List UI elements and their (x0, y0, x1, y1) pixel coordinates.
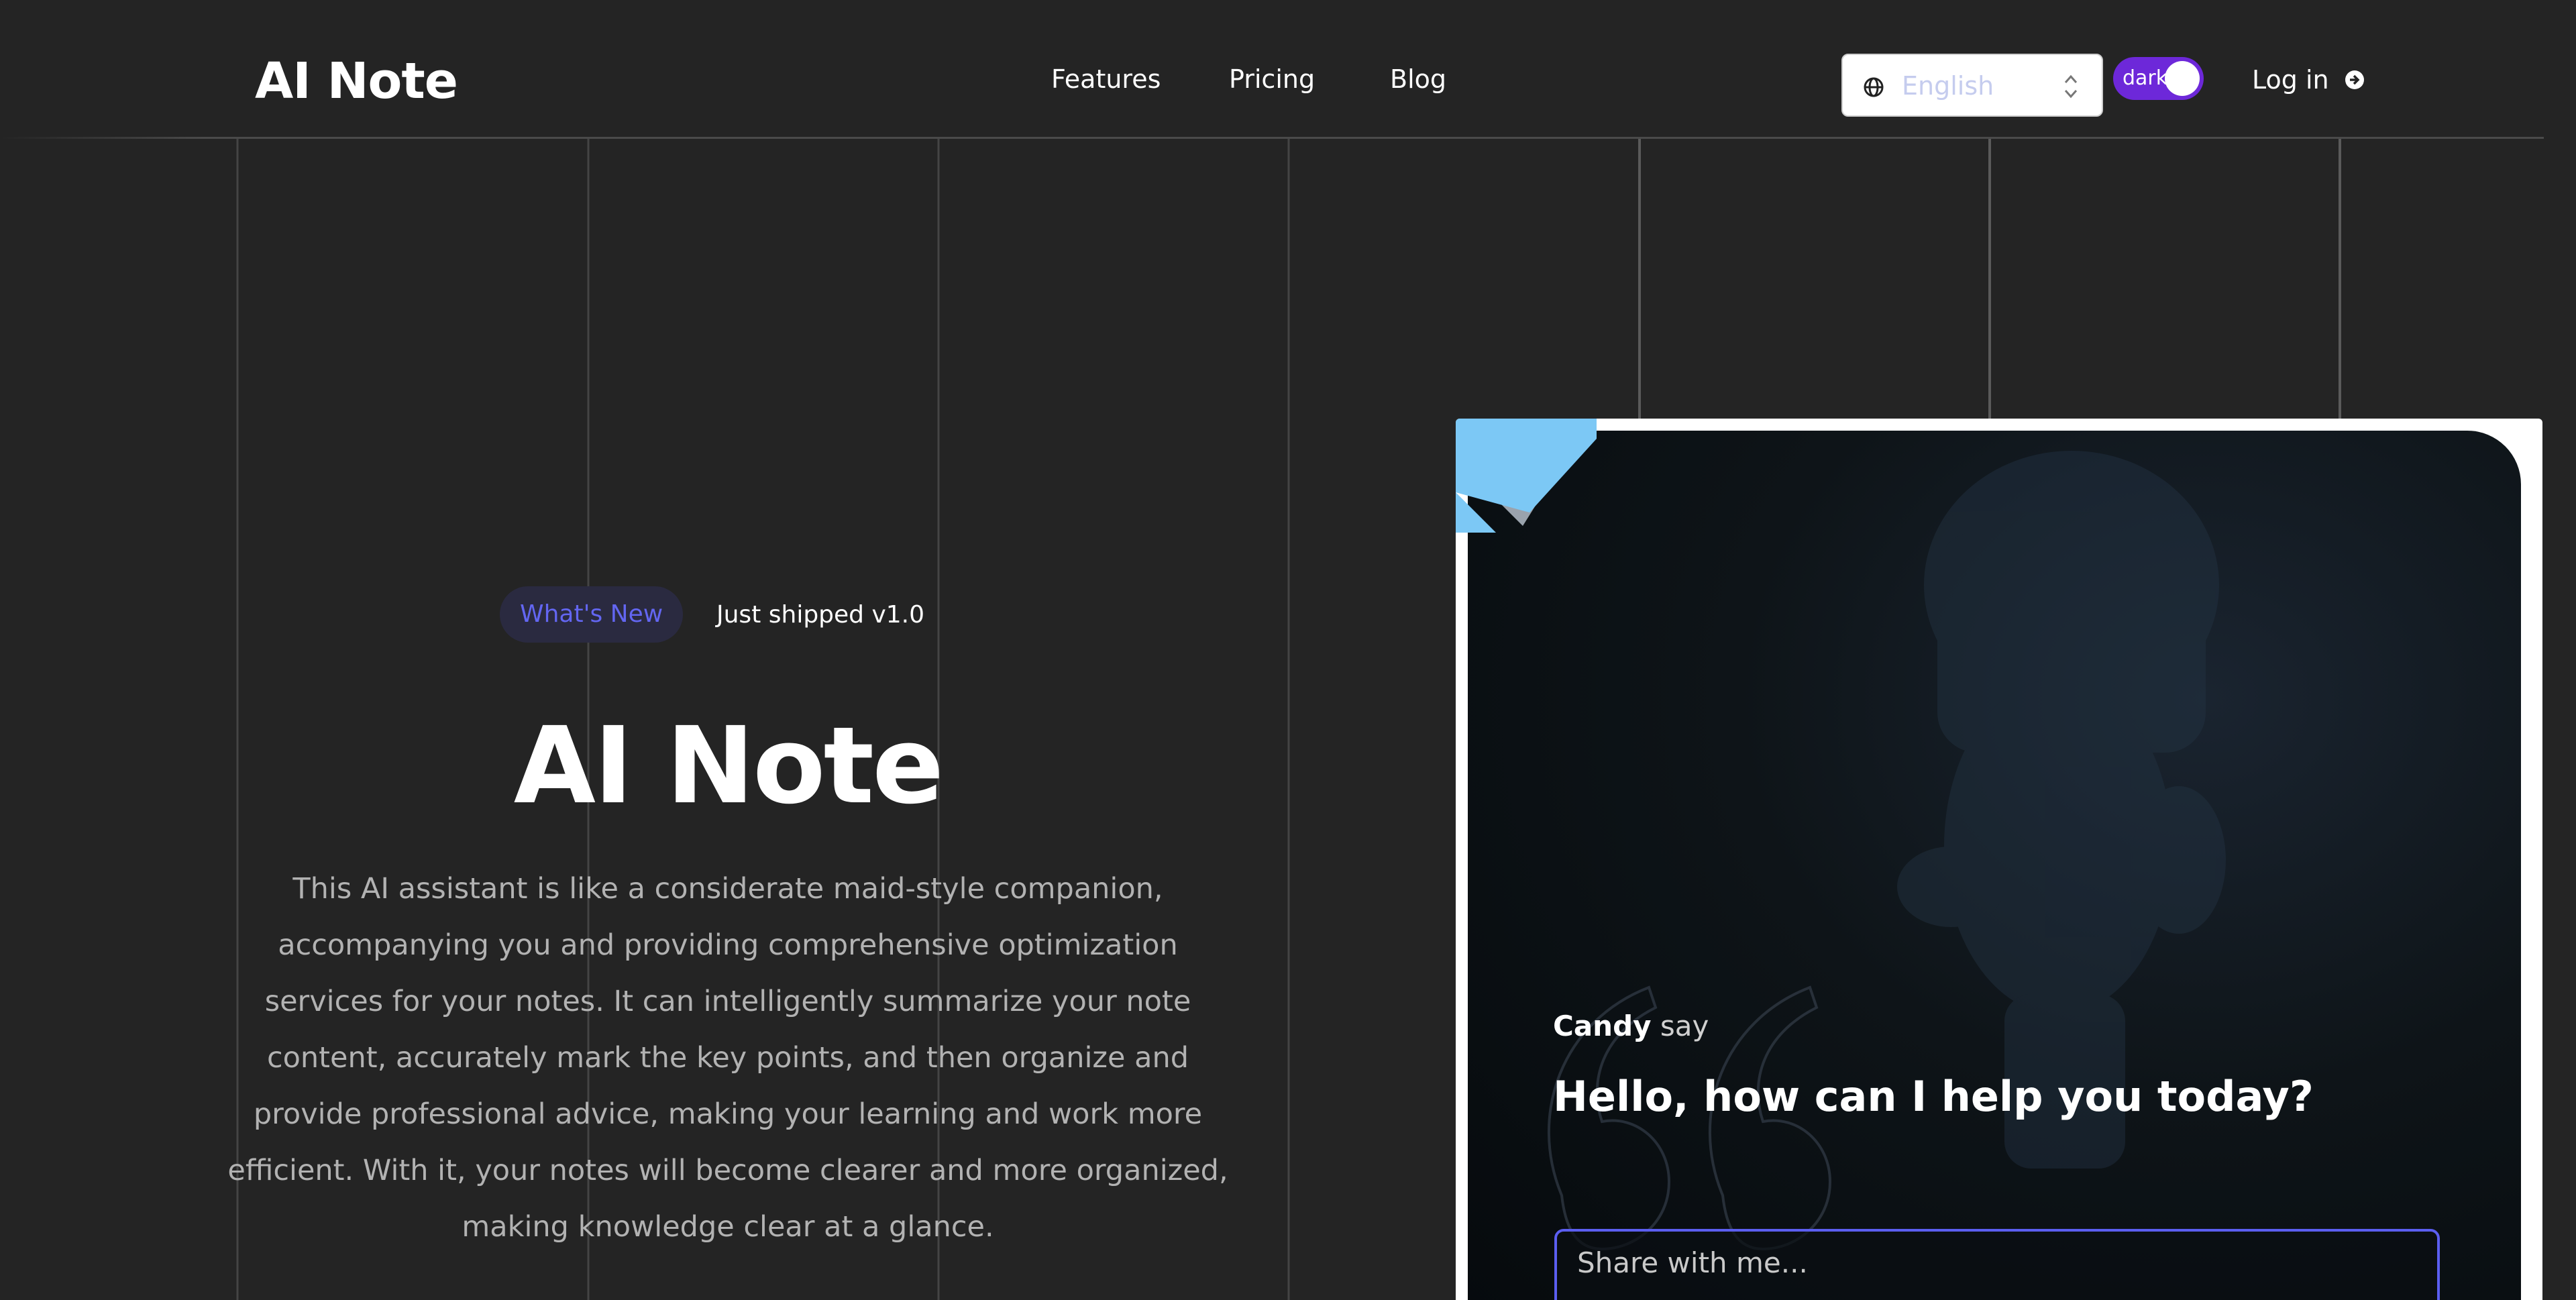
language-value: English (1902, 71, 1994, 101)
nav-features-link[interactable]: Features (1051, 64, 1161, 94)
chevron-up-down-icon (2064, 74, 2078, 99)
theme-toggle[interactable]: dark (2113, 57, 2204, 100)
arrow-right-circle-icon (2345, 70, 2364, 89)
whats-new-badge[interactable]: What's New (500, 586, 684, 643)
hero-description: This AI assistant is like a considerate … (227, 872, 1228, 1244)
language-select[interactable]: English (1841, 54, 2103, 117)
login-button[interactable]: Log in (2252, 65, 2365, 95)
announcement-text[interactable]: Just shipped v1.0 (716, 601, 924, 629)
theme-toggle-label: dark (2123, 66, 2168, 90)
chat-card (1456, 419, 2542, 1300)
speaker-verb: say (1660, 1010, 1709, 1042)
speaker-name: Candy (1553, 1010, 1652, 1042)
nav-blog-link[interactable]: Blog (1390, 64, 1446, 94)
nav-pricing-link[interactable]: Pricing (1229, 64, 1315, 94)
character-silhouette (1548, 451, 2226, 1251)
chat-greeting: Hello, how can I help you today? (1553, 1072, 2314, 1121)
chat-card-background (1468, 431, 2521, 1300)
card-corner-ribbon (1456, 419, 1597, 533)
login-label: Log in (2252, 65, 2329, 95)
header: AI Note Features Pricing Blog English da… (0, 0, 2576, 139)
page: AI Note Features Pricing Blog English da… (0, 0, 2576, 1300)
globe-icon (1864, 77, 1884, 97)
speaker-line: Candy say (1553, 1010, 1709, 1042)
header-divider (0, 137, 2544, 139)
logo[interactable]: AI Note (255, 52, 458, 110)
toggle-knob (2165, 61, 2200, 96)
hero-title: AI Note (513, 704, 945, 828)
chat-input[interactable] (1554, 1229, 2440, 1300)
